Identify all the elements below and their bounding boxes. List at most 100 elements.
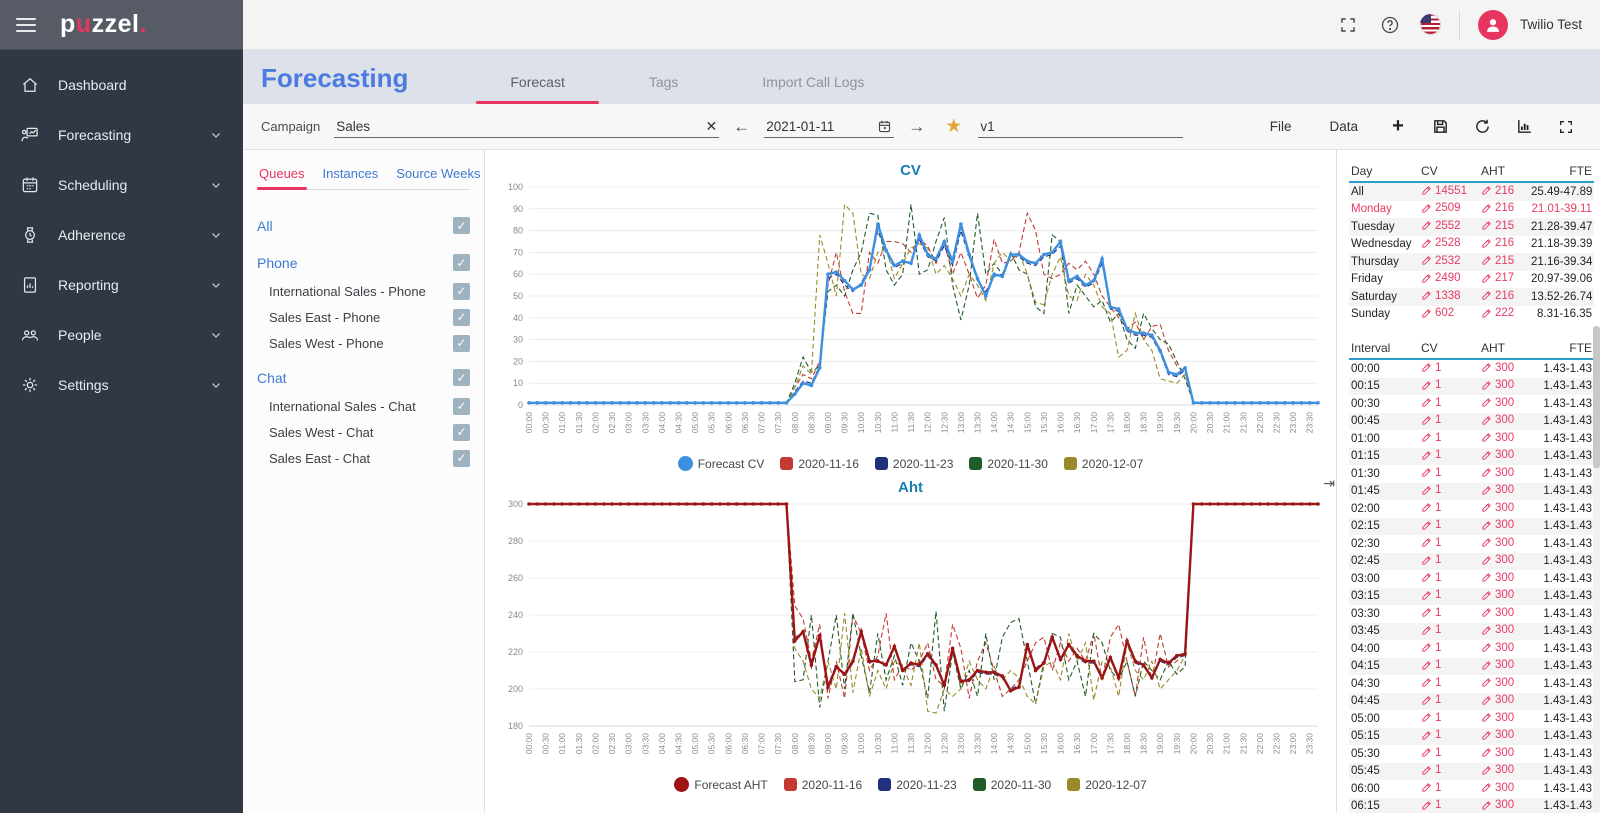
editable-value[interactable]: 300: [1481, 607, 1514, 619]
day-row-tuesday[interactable]: Tuesday255221521.28-39.47: [1349, 218, 1594, 236]
file-menu[interactable]: File: [1256, 119, 1306, 134]
editable-value[interactable]: 14551: [1421, 185, 1467, 197]
editable-value[interactable]: 300: [1481, 747, 1514, 759]
interval-row[interactable]: 05:0013001.43-1.43: [1349, 710, 1594, 728]
interval-row[interactable]: 04:4513001.43-1.43: [1349, 693, 1594, 711]
queue-group-phone[interactable]: Phone✓: [257, 247, 470, 278]
queue-item[interactable]: International Sales - Phone✓: [257, 278, 470, 304]
aht-cell[interactable]: 300: [1479, 570, 1529, 588]
editable-value[interactable]: 1: [1421, 799, 1441, 811]
aht-cell[interactable]: 300: [1479, 623, 1529, 641]
interval-row[interactable]: 01:3013001.43-1.43: [1349, 465, 1594, 483]
chart-plot[interactable]: 010203040506070809010000:0000:3001:0001:…: [489, 181, 1332, 457]
editable-value[interactable]: 300: [1481, 467, 1514, 479]
legend-item[interactable]: 2020-12-07: [1067, 778, 1146, 792]
day-cell[interactable]: Tuesday: [1349, 218, 1419, 236]
editable-value[interactable]: 2509: [1421, 202, 1461, 214]
day-cell[interactable]: Friday: [1349, 271, 1419, 289]
cv-cell[interactable]: 1: [1419, 780, 1479, 798]
cv-cell[interactable]: 1: [1419, 535, 1479, 553]
cv-cell[interactable]: 1: [1419, 359, 1479, 378]
expand-icon[interactable]: [1553, 115, 1579, 139]
cv-cell[interactable]: 2490: [1419, 271, 1479, 289]
editable-value[interactable]: 300: [1481, 677, 1514, 689]
sidebar-item-adherence[interactable]: Adherence: [0, 210, 243, 260]
editable-value[interactable]: 1: [1421, 432, 1441, 444]
aht-cell[interactable]: 216: [1479, 182, 1529, 201]
checkbox-checked[interactable]: ✓: [453, 335, 470, 352]
checkbox-checked[interactable]: ✓: [453, 369, 470, 386]
editable-value[interactable]: 216: [1481, 237, 1514, 249]
aht-cell[interactable]: 300: [1479, 710, 1529, 728]
cv-cell[interactable]: 1: [1419, 605, 1479, 623]
editable-value[interactable]: 300: [1481, 537, 1514, 549]
editable-value[interactable]: 1: [1421, 712, 1441, 724]
cv-cell[interactable]: 602: [1419, 306, 1479, 324]
legend-item[interactable]: 2020-12-07: [1064, 457, 1143, 471]
editable-value[interactable]: 215: [1481, 255, 1514, 267]
help-icon[interactable]: [1378, 13, 1402, 37]
editable-value[interactable]: 300: [1481, 449, 1514, 461]
cv-cell[interactable]: 1: [1419, 500, 1479, 518]
sidebar-item-reporting[interactable]: Reporting: [0, 260, 243, 310]
editable-value[interactable]: 216: [1481, 185, 1514, 197]
cv-cell[interactable]: 1: [1419, 623, 1479, 641]
interval-row[interactable]: 05:3013001.43-1.43: [1349, 745, 1594, 763]
interval-row[interactable]: 01:1513001.43-1.43: [1349, 448, 1594, 466]
editable-value[interactable]: 1: [1421, 747, 1441, 759]
sidebar-item-dashboard[interactable]: Dashboard: [0, 60, 243, 110]
checkbox-checked[interactable]: ✓: [453, 254, 470, 271]
editable-value[interactable]: 300: [1481, 484, 1514, 496]
editable-value[interactable]: 1: [1421, 782, 1441, 794]
day-cell[interactable]: Wednesday: [1349, 236, 1419, 254]
editable-value[interactable]: 300: [1481, 432, 1514, 444]
aht-cell[interactable]: 217: [1479, 271, 1529, 289]
interval-row[interactable]: 00:3013001.43-1.43: [1349, 395, 1594, 413]
clear-campaign-icon[interactable]: ✕: [706, 118, 718, 135]
cv-cell[interactable]: 1: [1419, 448, 1479, 466]
cv-cell[interactable]: 1: [1419, 640, 1479, 658]
editable-value[interactable]: 1: [1421, 397, 1441, 409]
aht-cell[interactable]: 300: [1479, 553, 1529, 571]
cv-cell[interactable]: 14551: [1419, 182, 1479, 201]
aht-cell[interactable]: 300: [1479, 483, 1529, 501]
day-cell[interactable]: Sunday: [1349, 306, 1419, 324]
aht-cell[interactable]: 300: [1479, 675, 1529, 693]
cv-cell[interactable]: 1: [1419, 798, 1479, 813]
cv-cell[interactable]: 1: [1419, 658, 1479, 676]
data-menu[interactable]: Data: [1315, 119, 1372, 134]
chart-plot[interactable]: 18020022024026028030000:0000:3001:0001:3…: [489, 498, 1332, 778]
day-row-saturday[interactable]: Saturday133821613.52-26.74: [1349, 288, 1594, 306]
editable-value[interactable]: 1: [1421, 449, 1441, 461]
editable-value[interactable]: 222: [1481, 307, 1514, 319]
cv-cell[interactable]: 1338: [1419, 288, 1479, 306]
aht-cell[interactable]: 300: [1479, 605, 1529, 623]
editable-value[interactable]: 2528: [1421, 237, 1461, 249]
checkbox-checked[interactable]: ✓: [453, 283, 470, 300]
cv-cell[interactable]: 1: [1419, 395, 1479, 413]
editable-value[interactable]: 300: [1481, 379, 1514, 391]
cv-cell[interactable]: 2552: [1419, 218, 1479, 236]
cv-cell[interactable]: 1: [1419, 518, 1479, 536]
tab-queues[interactable]: Queues: [257, 160, 307, 189]
editable-value[interactable]: 1: [1421, 677, 1441, 689]
scrollbar-thumb[interactable]: [1593, 326, 1600, 468]
checkbox-checked[interactable]: ✓: [453, 424, 470, 441]
editable-value[interactable]: 300: [1481, 782, 1514, 794]
editable-value[interactable]: 2552: [1421, 220, 1461, 232]
calendar-picker-icon[interactable]: [877, 119, 892, 139]
legend-item[interactable]: 2020-11-30: [973, 778, 1052, 792]
aht-cell[interactable]: 222: [1479, 306, 1529, 324]
checkbox-checked[interactable]: ✓: [453, 309, 470, 326]
cv-cell[interactable]: 2509: [1419, 201, 1479, 219]
next-date-arrow-icon[interactable]: →: [904, 117, 929, 137]
editable-value[interactable]: 1: [1421, 519, 1441, 531]
user-avatar[interactable]: [1478, 10, 1508, 40]
aht-cell[interactable]: 300: [1479, 448, 1529, 466]
aht-cell[interactable]: 300: [1479, 798, 1529, 813]
interval-row[interactable]: 01:4513001.43-1.43: [1349, 483, 1594, 501]
editable-value[interactable]: 2490: [1421, 272, 1461, 284]
aht-cell[interactable]: 300: [1479, 430, 1529, 448]
cv-cell[interactable]: 1: [1419, 413, 1479, 431]
chart-icon[interactable]: [1511, 115, 1537, 139]
